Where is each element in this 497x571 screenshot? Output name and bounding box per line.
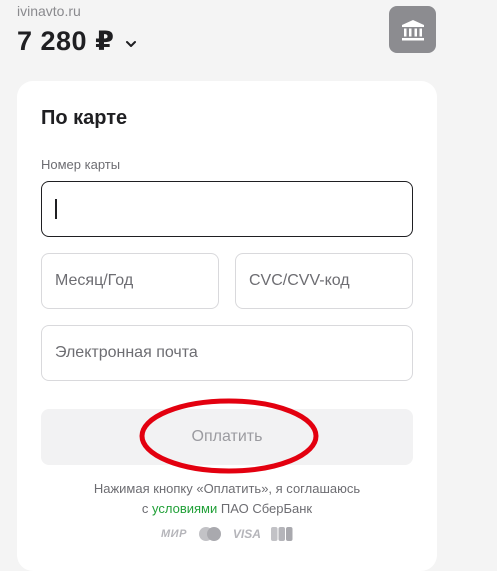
cvc-placeholder: CVC/CVV-код bbox=[249, 272, 350, 289]
consent-prefix: с bbox=[141, 501, 149, 516]
payment-systems-logos: МИР VISA bbox=[161, 526, 293, 542]
card-number-input[interactable] bbox=[41, 181, 413, 237]
jcb-logo-icon bbox=[270, 527, 293, 541]
payment-card-panel: По карте Номер карты Месяц/Год CVC/CVV-к… bbox=[17, 81, 437, 571]
email-input[interactable]: Электронная почта bbox=[41, 325, 413, 381]
month-year-input[interactable]: Месяц/Год bbox=[41, 253, 219, 309]
consent-bank: ПАО СберБанк bbox=[220, 501, 313, 516]
text-cursor bbox=[55, 199, 57, 219]
visa-logo: VISA bbox=[232, 527, 261, 541]
chevron-down-icon bbox=[126, 40, 137, 47]
cvc-input[interactable]: CVC/CVV-код bbox=[235, 253, 413, 309]
mir-logo: МИР bbox=[161, 528, 187, 540]
bank-button[interactable] bbox=[389, 6, 436, 53]
payment-amount: 7 280 ₽ bbox=[17, 26, 115, 56]
amount-selector[interactable]: 7 280 ₽ bbox=[17, 26, 138, 57]
mastercard-logo-icon bbox=[198, 527, 221, 541]
bank-icon bbox=[401, 19, 424, 40]
card-number-label: Номер карты bbox=[41, 157, 121, 172]
consent-line-2: с условиями ПАО СберБанк bbox=[17, 499, 437, 519]
consent-text: Нажимая кнопку «Оплатить», я соглашаюсь … bbox=[17, 479, 437, 519]
email-placeholder: Электронная почта bbox=[55, 344, 198, 361]
pay-button[interactable]: Оплатить bbox=[41, 409, 413, 465]
terms-link[interactable]: условиями bbox=[152, 501, 217, 516]
merchant-domain: ivinavto.ru bbox=[17, 3, 81, 19]
consent-line-1: Нажимая кнопку «Оплатить», я соглашаюсь bbox=[93, 481, 361, 496]
month-year-placeholder: Месяц/Год bbox=[55, 272, 134, 289]
payment-method-title: По карте bbox=[41, 107, 128, 129]
